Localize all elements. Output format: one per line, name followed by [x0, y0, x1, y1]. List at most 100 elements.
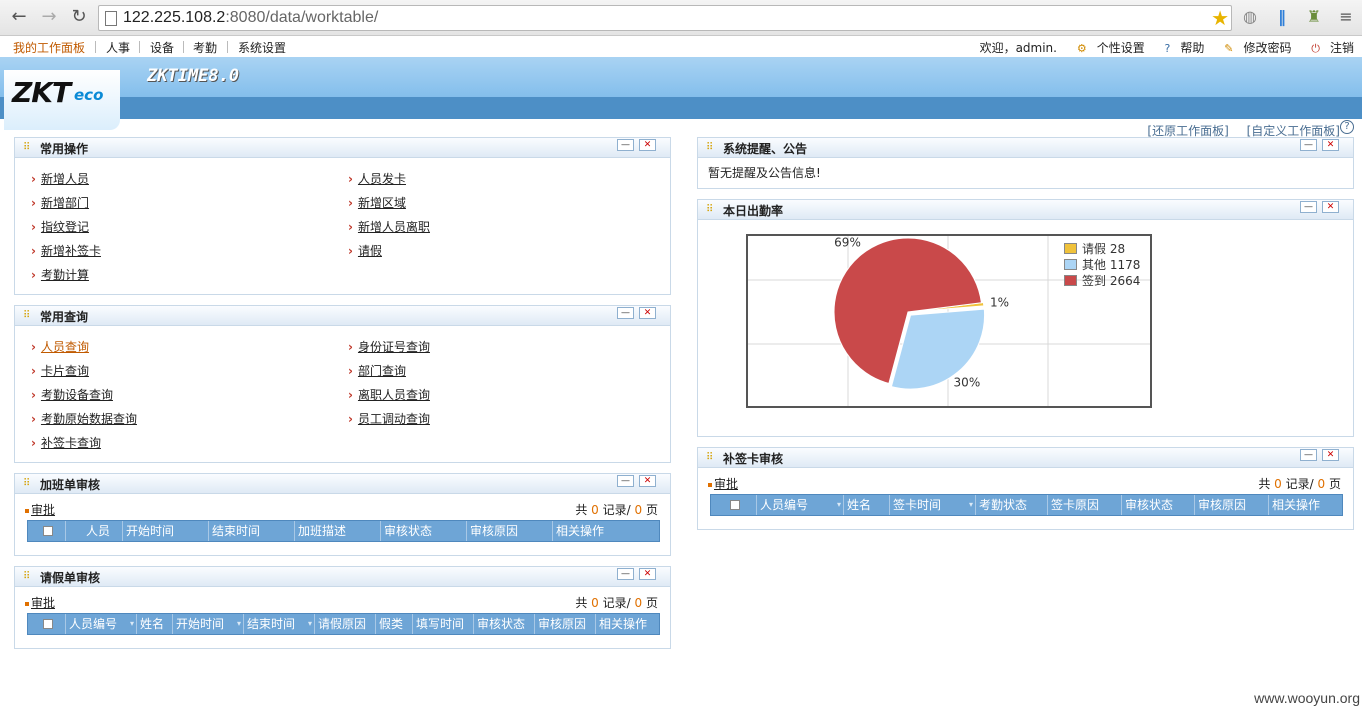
- approve-button[interactable]: 审批: [25, 503, 55, 517]
- column-header[interactable]: 填写时间: [413, 614, 474, 634]
- close-button[interactable]: ✕: [1322, 139, 1339, 151]
- column-header[interactable]: 审核状态: [381, 521, 467, 541]
- column-header[interactable]: 请假原因: [315, 614, 376, 634]
- help-link[interactable]: ? 帮助: [1157, 41, 1205, 55]
- arrow-icon: ›: [31, 220, 36, 234]
- link-add-leaving[interactable]: › 新增人员离职: [348, 218, 430, 235]
- restore-worktable-link[interactable]: [还原工作面板]: [1147, 124, 1228, 138]
- select-all-checkbox[interactable]: [28, 614, 66, 634]
- minimize-button[interactable]: —: [617, 475, 634, 487]
- legend-item: 其他 1178: [1064, 256, 1140, 273]
- column-header[interactable]: 签卡原因: [1048, 495, 1122, 515]
- link-issue-card[interactable]: › 人员发卡: [348, 170, 406, 187]
- link-card-query[interactable]: › 卡片查询: [31, 362, 89, 379]
- question-icon[interactable]: ?: [1340, 120, 1354, 134]
- panel-header: ⠿ 系统提醒、公告 — ✕: [698, 138, 1353, 158]
- minimize-button[interactable]: —: [1300, 449, 1317, 461]
- link-id-query[interactable]: › 身份证号查询: [348, 338, 430, 355]
- link-attendance-calc[interactable]: › 考勤计算: [31, 266, 89, 283]
- close-button[interactable]: ✕: [1322, 449, 1339, 461]
- panel-header: ⠿ 请假单审核 — ✕: [15, 567, 670, 587]
- link-leaving-query[interactable]: › 离职人员查询: [348, 386, 430, 403]
- menu-my-worktable[interactable]: 我的工作面板: [13, 39, 85, 56]
- column-header[interactable]: 审核原因: [535, 614, 596, 634]
- link-leave-request[interactable]: › 请假: [348, 242, 382, 259]
- select-all-checkbox[interactable]: [28, 521, 66, 541]
- column-header[interactable]: 人员编号: [757, 495, 844, 515]
- reload-icon[interactable]: ↻: [68, 6, 90, 28]
- column-header[interactable]: 审核原因: [467, 521, 553, 541]
- panel-attendance-rate: ⠿ 本日出勤率 — ✕ 1% 30% 69% 请假 28 其他 1178 签到 2664: [697, 199, 1354, 437]
- notice-text: 暂无提醒及公告信息!: [708, 166, 821, 180]
- address-bar[interactable]: 122.225.108.2:8080/data/worktable/ ★: [98, 5, 1232, 31]
- column-header[interactable]: 开始时间: [173, 614, 244, 634]
- column-header[interactable]: 审核状态: [1122, 495, 1195, 515]
- column-header[interactable]: 相关操作: [553, 521, 659, 541]
- panel-leave-approval: ⠿ 请假单审核 — ✕ 审批 共 0 记录/ 0 页 人员编号 姓名 开始时间 …: [14, 566, 671, 649]
- column-header[interactable]: 结束时间: [209, 521, 295, 541]
- bookmark-star-icon[interactable]: ★: [1211, 6, 1229, 30]
- legend-label: 其他 1178: [1082, 258, 1141, 272]
- logo-text: ZKT: [12, 76, 71, 109]
- close-button[interactable]: ✕: [639, 568, 656, 580]
- link-add-area[interactable]: › 新增区域: [348, 194, 406, 211]
- link-raw-data-query[interactable]: › 考勤原始数据查询: [31, 410, 137, 427]
- column-header[interactable]: 加班描述: [295, 521, 381, 541]
- approve-button[interactable]: 审批: [708, 477, 738, 491]
- panel-common-query: ⠿ 常用查询 — ✕ › 人员查询 › 卡片查询 › 考勤设备查询 › 考勤原始数据查询…: [14, 305, 671, 463]
- globe-icon[interactable]: ◍: [1240, 7, 1260, 27]
- menu-divider: [227, 41, 228, 53]
- personal-settings-link[interactable]: ⚙ 个性设置: [1069, 41, 1145, 55]
- forward-icon[interactable]: →: [38, 6, 60, 28]
- link-department-query[interactable]: › 部门查询: [348, 362, 406, 379]
- link-add-person[interactable]: › 新增人员: [31, 170, 89, 187]
- minimize-button[interactable]: —: [617, 139, 634, 151]
- link-transfer-query[interactable]: › 员工调动查询: [348, 410, 430, 427]
- link-add-department[interactable]: › 新增部门: [31, 194, 89, 211]
- column-header[interactable]: 姓名: [137, 614, 173, 634]
- change-password-link[interactable]: ✎ 修改密码: [1216, 41, 1291, 55]
- close-button[interactable]: ✕: [1322, 201, 1339, 213]
- logout-link[interactable]: ⏻ 注销: [1303, 41, 1354, 55]
- column-header[interactable]: 假类: [376, 614, 413, 634]
- menu-device[interactable]: 设备: [150, 39, 174, 56]
- link-fingerprint[interactable]: › 指纹登记: [31, 218, 89, 235]
- minimize-button[interactable]: —: [617, 568, 634, 580]
- link-device-query[interactable]: › 考勤设备查询: [31, 386, 113, 403]
- menu-icon[interactable]: ≡: [1336, 7, 1356, 27]
- column-header[interactable]: 相关操作: [1269, 495, 1342, 515]
- minimize-button[interactable]: —: [1300, 201, 1317, 213]
- menu-system-settings[interactable]: 系统设置: [238, 39, 286, 56]
- menu-attendance[interactable]: 考勤: [193, 39, 217, 56]
- close-button[interactable]: ✕: [639, 475, 656, 487]
- approve-button[interactable]: 审批: [25, 596, 55, 610]
- select-all-checkbox[interactable]: [711, 495, 757, 515]
- arrow-icon: ›: [348, 388, 353, 402]
- bullet-icon: [25, 508, 29, 513]
- column-header[interactable]: 人员编号: [66, 614, 137, 634]
- link-person-query[interactable]: › 人员查询: [31, 338, 89, 355]
- back-icon[interactable]: ←: [8, 6, 30, 28]
- close-button[interactable]: ✕: [639, 307, 656, 319]
- column-header[interactable]: 姓名: [844, 495, 890, 515]
- menu-personnel[interactable]: 人事: [106, 39, 130, 56]
- column-header[interactable]: 考勤状态: [976, 495, 1048, 515]
- minimize-button[interactable]: —: [1300, 139, 1317, 151]
- column-header[interactable]: 结束时间: [244, 614, 315, 634]
- panel-header: ⠿ 加班单审核 — ✕: [15, 474, 670, 494]
- close-button[interactable]: ✕: [639, 139, 656, 151]
- column-header[interactable]: 人员: [66, 521, 123, 541]
- link-resign-query[interactable]: › 补签卡查询: [31, 434, 101, 451]
- column-header[interactable]: 相关操作: [596, 614, 659, 634]
- custom-worktable-link[interactable]: [自定义工作面板]: [1247, 124, 1340, 138]
- link-add-resign-card[interactable]: › 新增补签卡: [31, 242, 101, 259]
- column-header[interactable]: 开始时间: [123, 521, 209, 541]
- minimize-button[interactable]: —: [617, 307, 634, 319]
- extension-figure-icon[interactable]: ♜: [1304, 7, 1324, 27]
- page-icon: [105, 11, 117, 26]
- column-header[interactable]: 审核原因: [1195, 495, 1269, 515]
- column-header[interactable]: 签卡时间: [890, 495, 976, 515]
- column-header[interactable]: 审核状态: [474, 614, 535, 634]
- grip-icon: ⠿: [706, 142, 714, 153]
- extension-icon[interactable]: ‖: [1272, 7, 1292, 27]
